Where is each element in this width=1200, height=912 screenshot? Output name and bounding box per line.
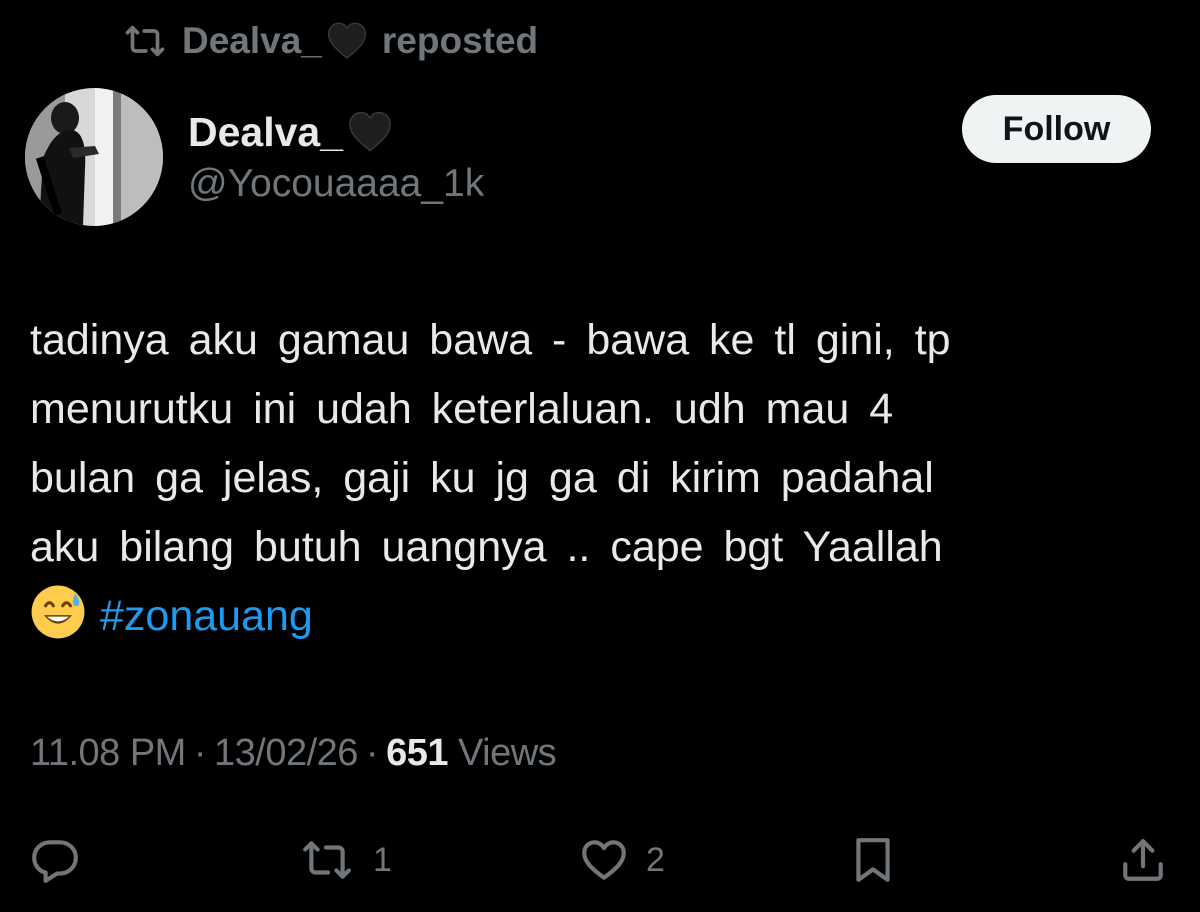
like-button[interactable]: 2 (578, 820, 665, 900)
tweet-text-line: tadinya aku gamau bawa - bawa ke tl gini… (30, 316, 951, 364)
action-bar: 1 2 (0, 820, 1200, 900)
tweet-text-line-hashtag: #zonauang (30, 582, 1170, 651)
tweet-meta: 11.08 PM · 13/02/26 · 651 Views (30, 732, 557, 775)
share-icon (1118, 835, 1168, 885)
repost-banner: Dealva_ reposted (122, 18, 538, 64)
black-heart-emoji-icon (326, 20, 368, 62)
meta-separator: · (365, 732, 379, 774)
share-button[interactable] (1118, 820, 1168, 900)
follow-button[interactable]: Follow (962, 95, 1151, 163)
views-count: 651 (386, 732, 448, 774)
like-icon (578, 835, 630, 885)
reply-icon (30, 835, 80, 885)
tweet-text: tadinya aku gamau bawa - bawa ke tl gini… (30, 306, 1170, 651)
repost-banner-label: reposted (381, 20, 539, 61)
views-label: Views (457, 732, 557, 774)
grinning-sweat-emoji-icon (30, 584, 86, 640)
tweet-text-line: bulan ga jelas, gaji ku jg ga di kirim p… (30, 454, 934, 502)
bookmark-icon (848, 833, 898, 887)
author-display-name[interactable]: Dealva_ (188, 104, 393, 160)
display-name-text: Dealva_ (188, 108, 344, 155)
author-handle[interactable]: @Yocouaaaa_1k (188, 162, 484, 206)
repost-count: 1 (373, 840, 392, 879)
meta-separator: · (193, 732, 207, 774)
repost-icon (122, 21, 168, 61)
hashtag-link[interactable]: #zonauang (100, 592, 313, 640)
bookmark-button[interactable] (848, 820, 898, 900)
tweet-date[interactable]: 13/02/26 (214, 732, 358, 775)
repost-banner-name[interactable]: Dealva_ (182, 20, 322, 62)
reply-button[interactable] (30, 820, 80, 900)
repost-icon (297, 835, 357, 885)
tweet-text-line: aku bilang butuh uangnya .. cape bgt Yaa… (30, 523, 943, 571)
tweet-time[interactable]: 11.08 PM (30, 732, 186, 775)
avatar[interactable] (25, 88, 163, 226)
like-count: 2 (646, 840, 665, 879)
repost-button[interactable]: 1 (297, 820, 392, 900)
black-heart-emoji-icon (347, 109, 393, 155)
tweet-text-line: menurutku ini udah keterlaluan. udh mau … (30, 385, 894, 433)
